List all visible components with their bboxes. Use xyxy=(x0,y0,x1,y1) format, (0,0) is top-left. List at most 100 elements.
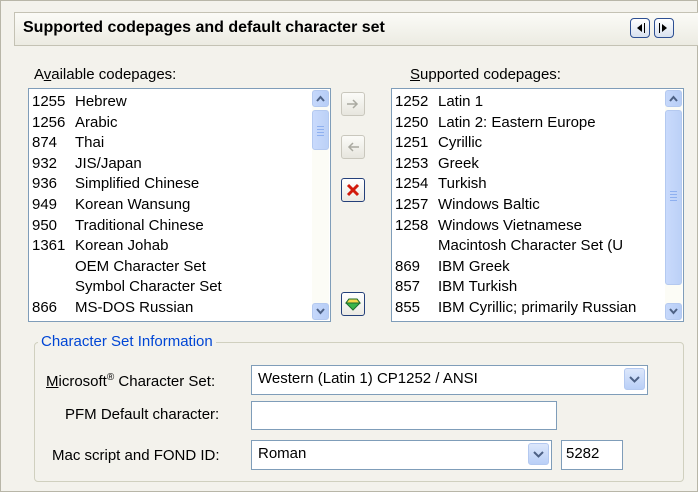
list-item[interactable]: 874 Thai xyxy=(32,133,310,154)
list-item[interactable]: 1361 Korean Johab xyxy=(32,236,310,257)
codepage-number: 1251 xyxy=(395,134,429,152)
chevron-down-icon xyxy=(533,451,544,458)
gem-icon xyxy=(345,298,361,311)
list-item[interactable]: 1258 Windows Vietnamese xyxy=(395,216,663,237)
codepage-number: 874 xyxy=(32,134,58,152)
scroll-down-button[interactable] xyxy=(665,303,682,320)
set-default-codepage-button[interactable] xyxy=(341,292,365,316)
codepage-number: 1258 xyxy=(395,216,429,234)
codepage-number: 1361 xyxy=(32,237,66,255)
codepage-number: 936 xyxy=(32,175,58,193)
list-item[interactable]: 949 Korean Wansung xyxy=(32,195,310,216)
chevron-up-icon xyxy=(316,95,325,102)
codepage-name: Turkish xyxy=(438,175,487,193)
codepage-name: Simplified Chinese xyxy=(75,175,200,193)
codepage-name: Greek xyxy=(438,154,479,172)
list-item[interactable]: 869 IBM Greek xyxy=(395,257,663,278)
codepage-name: Korean Johab xyxy=(75,237,169,255)
section-title: Supported codepages and default characte… xyxy=(23,19,385,36)
dropdown-button[interactable] xyxy=(528,443,549,465)
pfm-default-label: PFM Default character: xyxy=(65,406,220,423)
list-item[interactable]: 1255 Hebrew xyxy=(32,92,310,113)
microsoft-charset-dropdown[interactable]: Western (Latin 1) CP1252 / ANSI xyxy=(251,365,648,395)
codepage-name: Korean Wansung xyxy=(75,195,191,213)
list-item[interactable]: 857 IBM Turkish xyxy=(395,277,663,298)
codepage-name: IBM Cyrillic; primarily Russian xyxy=(438,298,637,316)
left-arrow-icon xyxy=(347,142,359,152)
codepage-name: Arabic xyxy=(75,113,118,131)
codepage-name: Traditional Chinese xyxy=(75,216,204,234)
codepage-name: OEM Character Set xyxy=(75,257,206,275)
list-item[interactable]: 866 MS-DOS Russian xyxy=(32,298,310,319)
fond-id-value: 5282 xyxy=(566,445,600,462)
list-item[interactable]: Symbol Character Set xyxy=(32,277,310,298)
codepage-name: Thai xyxy=(75,134,105,152)
mac-script-value: Roman xyxy=(258,445,307,462)
scroll-down-button[interactable] xyxy=(312,303,329,320)
list-item[interactable]: OEM Character Set xyxy=(32,257,310,278)
codepage-number: 1253 xyxy=(395,154,429,172)
codepage-name: Latin 1 xyxy=(438,93,484,110)
codepage-number: 949 xyxy=(32,195,58,213)
scroll-thumb[interactable] xyxy=(312,110,329,150)
codepage-number: 855 xyxy=(395,298,421,316)
list-item[interactable]: Macintosh Character Set (U xyxy=(395,236,663,257)
mac-script-label: Mac script and FOND ID: xyxy=(52,447,220,464)
left-triangle-icon xyxy=(637,23,645,33)
previous-section-button[interactable] xyxy=(630,18,650,38)
codepage-name: Hebrew xyxy=(75,93,127,110)
chevron-up-icon xyxy=(669,95,678,102)
codepage-number: 1257 xyxy=(395,195,429,213)
delete-codepage-button[interactable] xyxy=(341,178,365,202)
codepage-number: 857 xyxy=(395,278,421,296)
codepage-number: 932 xyxy=(32,154,58,172)
codepage-name: Symbol Character Set xyxy=(75,278,222,296)
list-item[interactable]: 1252 Latin 1 xyxy=(395,92,663,113)
list-item[interactable]: 1250 Latin 2: Eastern Europe xyxy=(395,113,663,134)
list-item[interactable]: 1256 Arabic xyxy=(32,113,310,134)
codepage-number: 866 xyxy=(32,298,58,316)
available-items: 1255 Hebrew 1256 Arabic 874 Thai 932 JIS/Japan 9… xyxy=(32,92,310,319)
list-item[interactable]: 936 Simplified Chinese xyxy=(32,174,310,195)
list-item[interactable]: 1253 Greek xyxy=(395,154,663,175)
chevron-down-icon xyxy=(316,308,325,315)
available-scrollbar[interactable] xyxy=(312,90,329,320)
add-codepage-button[interactable] xyxy=(341,92,365,116)
microsoft-charset-label: Microsoft® Character Set: xyxy=(46,372,216,390)
dropdown-button[interactable] xyxy=(624,368,645,390)
codepage-number: 1250 xyxy=(395,113,429,131)
list-item[interactable]: 1251 Cyrillic xyxy=(395,133,663,154)
chevron-down-icon xyxy=(669,308,678,315)
codepage-name: Macintosh Character Set (U xyxy=(438,237,624,255)
scroll-thumb[interactable] xyxy=(665,110,682,285)
next-section-button[interactable] xyxy=(654,18,674,38)
available-codepages-list[interactable]: 1255 Hebrew 1256 Arabic 874 Thai 932 JIS/Japan 9… xyxy=(28,88,331,322)
codepage-number: 950 xyxy=(32,216,58,234)
codepage-number: 1255 xyxy=(32,93,66,110)
codepage-number: 1254 xyxy=(395,175,429,193)
list-item[interactable]: 855 IBM Cyrillic; primarily Russian xyxy=(395,298,663,319)
scroll-up-button[interactable] xyxy=(312,90,329,107)
supported-codepages-label: Supported codepages: xyxy=(410,66,561,83)
group-title: Character Set Information xyxy=(38,333,216,350)
supported-scrollbar[interactable] xyxy=(665,90,682,320)
right-arrow-icon xyxy=(347,99,359,109)
list-item[interactable]: 932 JIS/Japan xyxy=(32,154,310,175)
fond-id-field[interactable]: 5282 xyxy=(561,440,623,470)
codepage-name: Cyrillic xyxy=(438,134,483,152)
codepage-number: 869 xyxy=(395,257,421,275)
red-x-icon xyxy=(346,183,360,197)
list-item[interactable]: 1257 Windows Baltic xyxy=(395,195,663,216)
scroll-up-button[interactable] xyxy=(665,90,682,107)
mac-script-dropdown[interactable]: Roman xyxy=(251,440,552,470)
codepage-name: IBM Turkish xyxy=(438,278,518,296)
remove-codepage-button[interactable] xyxy=(341,135,365,159)
pfm-default-input[interactable] xyxy=(251,401,557,430)
section-header: Supported codepages and default characte… xyxy=(14,12,698,46)
codepage-number: 1252 xyxy=(395,93,429,110)
codepage-name: Latin 2: Eastern Europe xyxy=(438,113,596,131)
supported-codepages-list[interactable]: 1252 Latin 1 1250 Latin 2: Eastern Europe 12… xyxy=(391,88,684,322)
list-item[interactable]: 950 Traditional Chinese xyxy=(32,216,310,237)
available-codepages-label: Available codepages: xyxy=(34,66,177,83)
list-item[interactable]: 1254 Turkish xyxy=(395,174,663,195)
